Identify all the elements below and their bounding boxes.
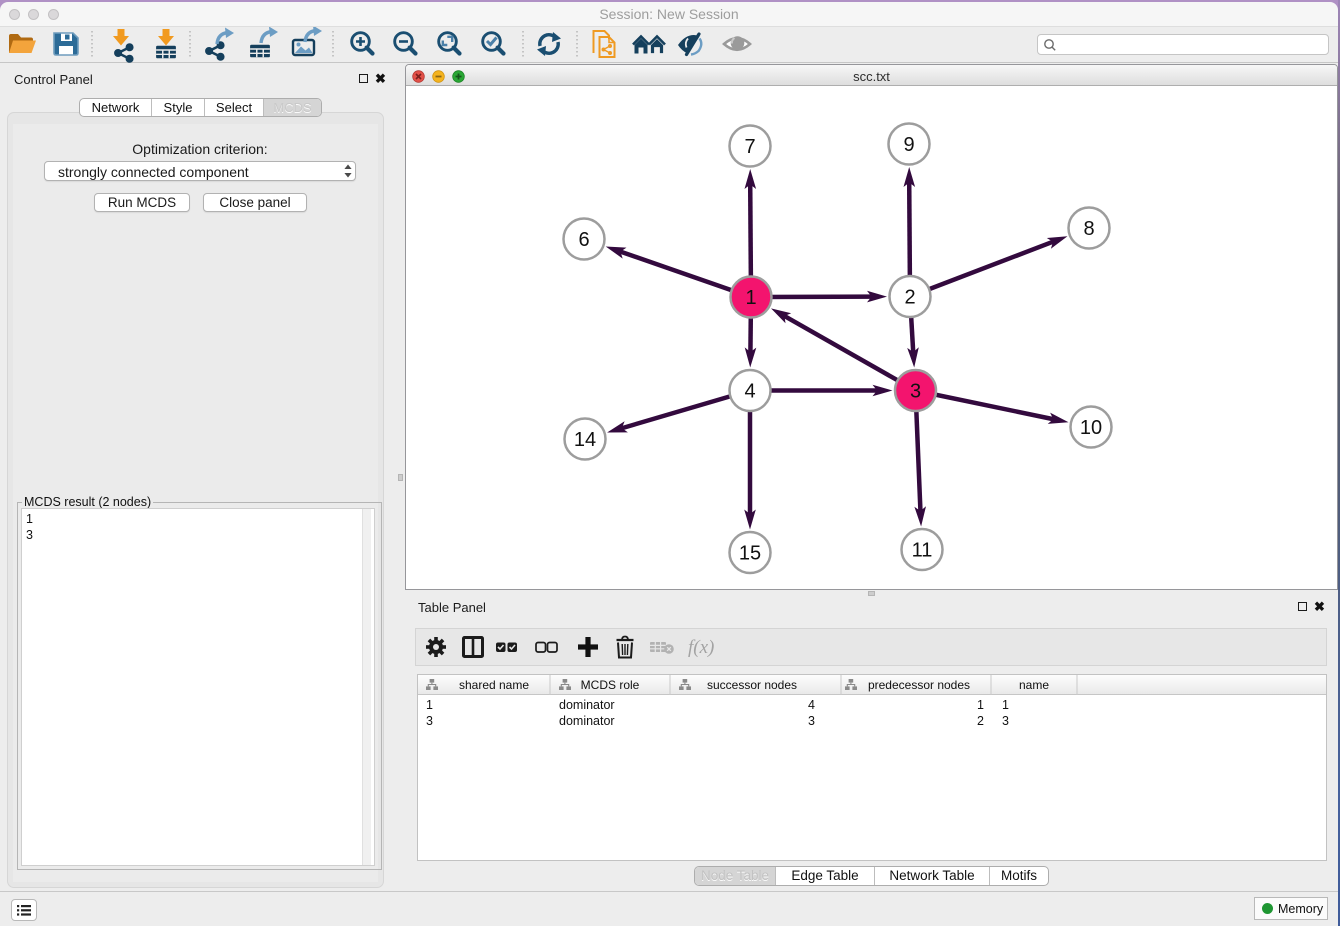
- svg-text:name: name: [1019, 678, 1049, 692]
- svg-text:1: 1: [745, 287, 756, 309]
- svg-text:15: 15: [739, 543, 761, 565]
- svg-text:10: 10: [1080, 417, 1102, 439]
- svg-text:f(x): f(x): [688, 637, 714, 658]
- svg-text:9: 9: [903, 134, 914, 156]
- svg-text:3: 3: [910, 381, 921, 403]
- svg-text:14: 14: [574, 429, 596, 451]
- svg-text:8: 8: [1083, 218, 1094, 240]
- svg-text:MCDS role: MCDS role: [581, 678, 640, 692]
- svg-text:4: 4: [744, 381, 755, 403]
- svg-text:11: 11: [912, 540, 933, 562]
- svg-text:shared name: shared name: [459, 678, 529, 692]
- svg-text:successor nodes: successor nodes: [707, 678, 797, 692]
- svg-text:predecessor nodes: predecessor nodes: [868, 678, 970, 692]
- svg-text:7: 7: [744, 136, 755, 158]
- svg-text:2: 2: [904, 287, 915, 309]
- svg-text:6: 6: [578, 229, 589, 251]
